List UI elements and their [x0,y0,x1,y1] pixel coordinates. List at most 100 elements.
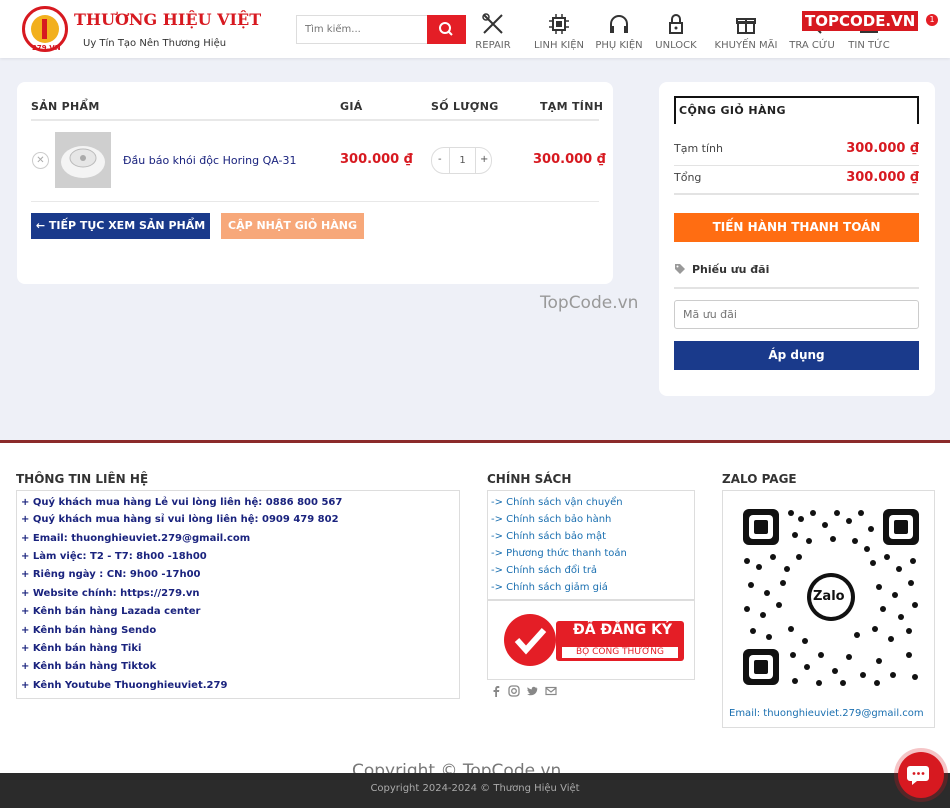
watermark-text: TopCode.vn [540,293,639,313]
zalo-box: Zalo Email: thuonghieuviet.279@gmail.com [722,490,935,728]
logo-letter-mark [42,19,47,39]
search-input[interactable] [297,16,425,43]
row-divider [31,201,599,202]
col-header-qty: SỐ LƯỢNG [431,100,499,113]
site-header: 279.VN THƯƠNG HIỆU VIỆT Uy Tín Tạo Nên T… [0,0,950,58]
search-button[interactable] [427,15,466,44]
contact-item: + Quý khách mua hàng sỉ vui lòng liên hệ… [21,514,339,525]
brand-title[interactable]: THƯƠNG HIỆU VIỆT [74,10,261,29]
contact-item: + Riêng ngày : CN: 9h00 -17h00 [21,569,201,580]
nav-label: LINH KIỆN [533,40,584,51]
totals-divider [674,193,919,195]
facebook-icon[interactable] [490,685,502,697]
policy-title: CHÍNH SÁCH [487,472,572,486]
bct-badge-title: ĐÃ ĐĂNG KÝ [573,622,673,638]
twitter-icon[interactable] [526,685,538,697]
contact-item: + Làm việc: T2 - T7: 8h00 -18h00 [21,551,207,562]
policy-link[interactable]: -> Chính sách bảo mật [491,531,606,542]
search-icon [439,22,453,36]
topcode-logo-text: TOPCODE.VN [802,11,919,31]
email-icon[interactable] [545,685,557,697]
qty-increase-button[interactable]: + [480,154,488,165]
total-label: Tổng [674,171,702,184]
nav-label: KHUYẾN MÃI [714,40,778,51]
qty-value[interactable]: 1 [449,148,476,173]
checkout-button[interactable]: TIẾN HÀNH THANH TOÁN [674,213,919,242]
policy-box: -> Chính sách vận chuyển -> Chính sách b… [487,490,695,600]
nav-label: REPAIR [475,40,511,51]
col-header-price: GIÁ [340,100,363,113]
footer-bottom-bar: Copyright 2024-2024 © Thương Hiệu Việt [0,773,950,808]
headphones-icon [610,15,628,33]
nav-phu-kien[interactable]: PHỤ KIỆN [588,12,650,54]
remove-item-button[interactable]: ✕ [32,152,49,169]
col-header-subtotal: TẠM TÍNH [540,100,604,113]
coupon-heading: Phiếu ưu đãi [692,263,770,276]
nav-label: PHỤ KIỆN [595,40,643,51]
contact-item: + Quý khách mua hàng Lẻ vui lòng liên hệ… [21,497,343,508]
coupon-divider [674,287,919,289]
zalo-email-link[interactable]: Email: thuonghieuviet.279@gmail.com [729,708,924,719]
policy-link[interactable]: -> Chính sách đổi trả [491,565,597,576]
contact-item[interactable]: + Website chính: https://279.vn [21,588,200,599]
chat-contact-button[interactable] [898,752,944,798]
contact-title: THÔNG TIN LIÊN HỆ [16,472,149,486]
quantity-stepper: - 1 + [431,147,492,174]
brand-subtitle: Uy Tín Tạo Nên Thương Hiệu [83,38,227,49]
search-box [296,15,466,44]
tools-icon [482,13,503,34]
update-cart-button[interactable]: CẬP NHẬT GIỎ HÀNG [221,213,364,239]
contact-item[interactable]: + Kênh Youtube Thuonghieuviet.279 [21,680,227,691]
cart-totals-card: CỘNG GIỎ HÀNG Tạm tính 300.000 ₫ Tổng 30… [659,82,935,396]
cart-table-card: SẢN PHẨM GIÁ SỐ LƯỢNG TẠM TÍNH ✕ Đầu báo… [17,82,613,284]
continue-shopping-button[interactable]: ← TIẾP TỤC XEM SẢN PHẨM [31,213,210,239]
policy-link[interactable]: -> Chính sách bảo hành [491,514,611,525]
instagram-icon[interactable] [508,685,520,697]
bct-badge-subtitle: BỘ CÔNG THƯƠNG [576,647,664,657]
product-thumbnail[interactable] [55,132,111,188]
copyright-text: Copyright 2024-2024 © Thương Hiệu Việt [370,783,580,794]
bct-registered-badge[interactable] [500,611,685,669]
nav-label: TRA CỨU [789,40,835,51]
contact-item[interactable]: + Kênh bán hàng Tiki [21,643,141,654]
nav-repair[interactable]: REPAIR [462,12,524,54]
totals-header: CỘNG GIỎ HÀNG [674,96,919,124]
contact-item[interactable]: + Email: thuonghieuviet.279@gmail.com [21,533,250,544]
product-subtotal: 300.000 ₫ [533,152,606,167]
chip-icon [549,14,569,34]
lock-icon [669,14,683,34]
brand-logo[interactable]: 279.VN [22,6,68,52]
gift-icon [736,18,756,34]
header-divider [31,119,599,121]
policy-link[interactable]: -> Chính sách giảm giá [491,582,608,593]
cart-count-badge[interactable]: 1 [926,14,938,26]
totals-title: CỘNG GIỎ HÀNG [679,104,786,117]
apply-coupon-button[interactable]: Áp dụng [674,341,919,370]
total-value: 300.000 ₫ [846,170,919,185]
bct-badge-box: ĐÃ ĐĂNG KÝ BỘ CÔNG THƯƠNG [487,600,695,680]
contact-item[interactable]: + Kênh bán hàng Lazada center [21,606,200,617]
contact-item[interactable]: + Kênh bán hàng Tiktok [21,661,156,672]
zalo-title: ZALO PAGE [722,472,797,486]
subtotal-label: Tạm tính [674,142,723,155]
nav-label: TIN TỨC [848,40,890,51]
nav-label: UNLOCK [655,40,697,51]
contact-box: + Quý khách mua hàng Lẻ vui lòng liên hệ… [16,490,460,699]
zalo-logo-text: Zalo [813,589,845,604]
policy-link[interactable]: -> Phương thức thanh toán [491,548,627,559]
smoke-detector-image [55,132,111,188]
tag-icon [675,264,685,274]
nav-khuyen-mai[interactable]: KHUYẾN MÃI [707,12,785,54]
col-header-product: SẢN PHẨM [31,100,100,113]
qty-decrease-button[interactable]: - [438,154,442,165]
coupon-code-input[interactable] [674,300,919,329]
subtotal-value: 300.000 ₫ [846,141,919,156]
product-name-link[interactable]: Đầu báo khói độc Horing QA-31 [123,154,297,167]
chat-icon [907,766,929,785]
contact-item[interactable]: + Kênh bán hàng Sendo [21,625,156,636]
topcode-watermark-logo: TOPCODE.VN [802,11,919,36]
nav-unlock[interactable]: UNLOCK [645,12,707,54]
site-footer: THÔNG TIN LIÊN HỆ + Quý khách mua hàng L… [0,440,950,781]
policy-link[interactable]: -> Chính sách vận chuyển [491,497,623,508]
nav-linh-kien[interactable]: LINH KIỆN [528,12,590,54]
